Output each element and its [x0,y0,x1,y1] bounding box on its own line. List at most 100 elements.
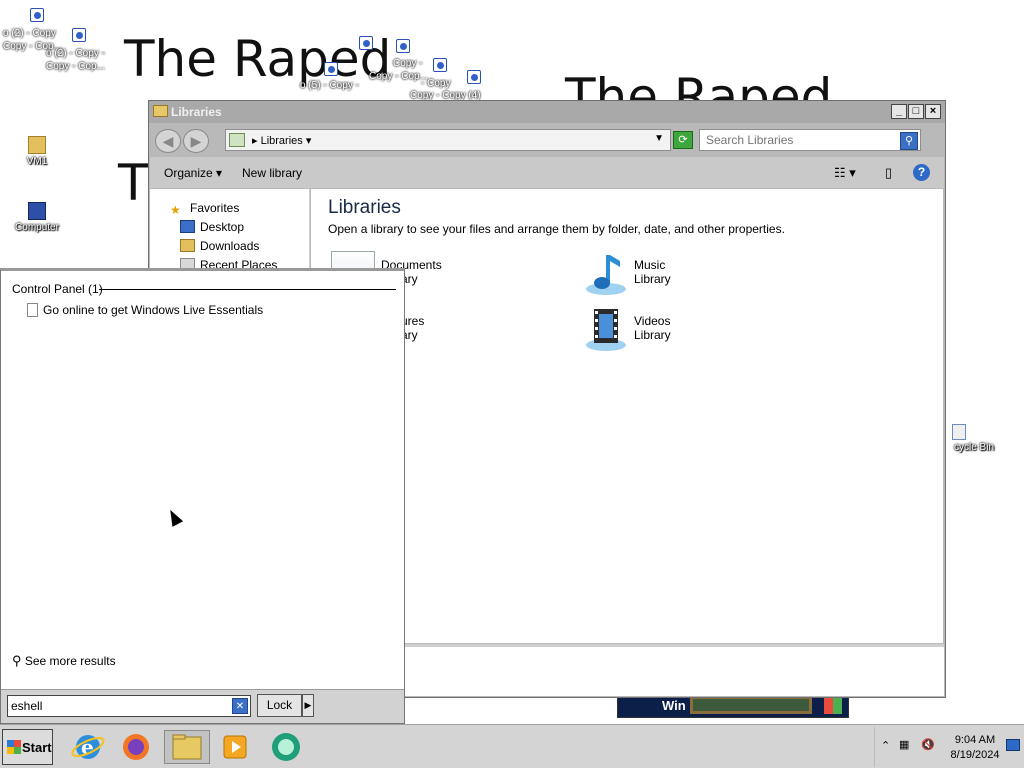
shutdown-options-arrow[interactable]: ▶ [302,694,314,717]
start-search-box[interactable]: ✕ [7,695,251,717]
system-tray: ⌃ ▦ 🔇 9:04 AM 8/19/2024 [874,727,1024,767]
taskbar-media-player[interactable] [215,730,255,764]
shortcut-icon[interactable] [433,58,447,72]
see-more-results-link[interactable]: ⚲ See more results [12,653,116,669]
search-icon[interactable]: ⚲ [900,132,918,150]
nav-favorites[interactable]: ★ Favorites [170,201,239,217]
thumbnail-frame [690,696,812,714]
taskbar-internet-explorer[interactable]: e [68,730,108,764]
libraries-icon [153,105,168,117]
command-bar: Organize ▾ New library ☷ ▾ ▯ ? [150,157,944,188]
close-button[interactable]: × [925,104,941,119]
search-box[interactable]: ⚲ [699,129,921,151]
library-music[interactable]: Music Library [584,251,784,297]
desktop-icon-label: cycle Bin [953,442,994,453]
clock-time: 9:04 AM [954,734,996,746]
shortcut-icon[interactable] [72,28,86,42]
star-icon: ★ [170,203,181,217]
videos-library-icon [586,309,626,351]
preview-pane-icon[interactable]: ▯ [885,165,892,181]
shortcut-label[interactable]: Copy - [393,58,422,70]
nav-downloads[interactable]: Downloads [180,239,259,253]
organize-label: Organize [164,166,213,180]
shortcut-icon[interactable] [30,8,44,22]
show-desktop-icon[interactable] [1006,739,1020,751]
shortcut-label[interactable]: o (5) - Copy - [300,80,359,92]
help-icon[interactable]: ? [913,164,930,181]
shortcut-label[interactable]: o (2) - Copy [3,28,56,40]
address-row: ◀ ▶ ▸ Libraries ▾ ▼ ⟳ ⚲ [153,127,941,155]
windows-logo-icon [824,698,842,714]
thumbnail-text: Win [662,698,686,713]
new-library-button[interactable]: New library [242,166,302,180]
library-name: Music [634,258,666,272]
library-name: Videos [634,314,671,328]
lock-button[interactable]: Lock [257,694,302,717]
start-menu[interactable]: Control Panel (1) Go online to get Windo… [0,268,405,724]
libraries-icon [229,133,245,147]
taskbar-explorer[interactable] [164,730,210,764]
result-category[interactable]: Control Panel (1) [12,282,103,296]
minimize-button[interactable]: _ [891,104,907,119]
clock[interactable]: 9:04 AM 8/19/2024 [947,733,1003,763]
shortcut-icon[interactable] [324,62,338,76]
search-result-label: Go online to get Windows Live Essentials [43,303,264,317]
downloads-icon [180,239,195,252]
wallpaper-text: T [118,154,149,212]
view-options-icon[interactable]: ☷ ▾ [834,165,856,181]
shortcut-icon[interactable] [396,39,410,53]
taskbar-firefox[interactable] [116,730,156,764]
refresh-button[interactable]: ⟳ [673,131,693,149]
desktop-icon-label: VM1 [26,156,48,167]
taskbar-chat[interactable] [266,730,306,764]
document-icon [27,303,38,317]
start-search-input[interactable] [11,697,225,715]
folder-icon [28,136,46,154]
forward-button[interactable]: ▶ [183,129,209,153]
recycle-bin-icon [952,424,966,440]
nav-label: Desktop [200,220,245,234]
maximize-button[interactable]: □ [908,104,924,119]
chevron-down-icon[interactable]: ▼ [654,133,664,144]
shortcut-label[interactable]: Copy - Cop... [369,71,428,83]
volume-muted-icon[interactable]: 🔇 [921,738,935,751]
shortcut-label[interactable]: o (2) - Copy - [46,48,105,60]
page-title: Libraries [328,197,401,218]
search-result-item[interactable]: Go online to get Windows Live Essentials [27,303,263,317]
desktop-icon-vm1[interactable]: VM1 [0,136,74,167]
start-label: Start [22,740,52,755]
page-description: Open a library to see your files and arr… [328,222,785,236]
divider [99,289,396,290]
start-button[interactable]: Start [2,729,53,765]
shortcut-label[interactable]: Copy - Cop... [46,61,105,73]
breadcrumb-libraries[interactable]: Libraries [261,135,303,147]
nav-desktop[interactable]: Desktop [180,220,244,234]
search-input[interactable] [706,131,896,149]
start-menu-bottom: ✕ Lock ▶ [1,689,404,723]
music-library-icon [586,255,626,295]
shortcut-icon[interactable] [359,36,373,50]
internet-explorer-icon: e [71,735,105,759]
organize-button[interactable]: Organize ▾ [164,166,222,180]
media-player-icon [223,735,247,759]
desktop-icon-computer[interactable]: Computer [0,202,74,233]
breadcrumb[interactable]: ▸ Libraries ▾ [252,134,311,147]
content-area: Libraries Open a library to see your fil… [311,189,943,643]
library-sub: Library [634,328,671,342]
address-bar[interactable]: ▸ Libraries ▾ ▼ [225,129,671,151]
library-sub: Library [634,272,671,286]
back-button[interactable]: ◀ [155,129,181,153]
desktop-icon-label: Computer [15,222,59,233]
shortcut-label[interactable]: - Copy [421,78,450,90]
window-title: Libraries [171,105,222,119]
clear-search-icon[interactable]: ✕ [232,698,248,714]
network-icon[interactable]: ▦ [899,738,909,751]
wallpaper-text: The Raped [124,30,392,88]
computer-icon [28,202,46,220]
windows-logo-icon [7,740,21,754]
show-hidden-icons-icon[interactable]: ⌃ [881,739,890,752]
search-icon: ⚲ [12,653,22,668]
library-videos[interactable]: Videos Library [584,307,784,353]
title-bar[interactable]: Libraries _ □ × [149,101,945,123]
shortcut-icon[interactable] [467,70,481,84]
